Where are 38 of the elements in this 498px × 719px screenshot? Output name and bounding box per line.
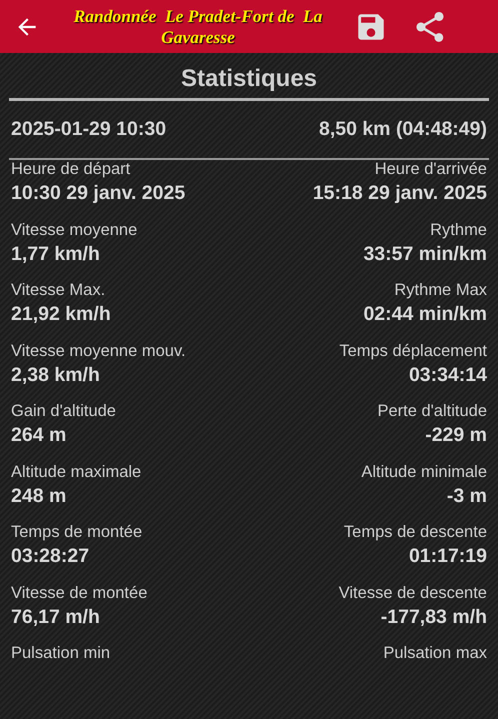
stat-label: Temps de montée: [11, 523, 142, 542]
date-time: 2025-01-29 10:30: [11, 118, 166, 141]
stat-value: 10:30 29 janv. 2025: [11, 182, 186, 205]
stat-value: 76,17 m/h: [11, 606, 100, 628]
stat-value: 248 m: [11, 484, 66, 508]
stat-label: Pulsation max: [383, 644, 487, 663]
distance-duration: 8,50 km (04:48:49): [318, 118, 487, 141]
stat-label: Gain d'altitude: [11, 402, 116, 421]
stat-value: 2,38 km/h: [11, 364, 100, 386]
stat-value: 21,92 km/h: [11, 303, 111, 326]
stat-value: 33:57 min/km: [363, 242, 487, 266]
stat-label: Vitesse moyenne mouv.: [11, 342, 186, 360]
stat-label: Perte d'altitude: [377, 402, 487, 421]
stat-value: 03:28:27: [11, 545, 90, 568]
stat-label: Vitesse moyenne: [11, 220, 138, 240]
stat-label: Temps de descente: [344, 523, 487, 542]
stat-label: Altitude maximale: [11, 462, 142, 482]
stat-value: 03:34:14: [408, 364, 487, 386]
stat-label: Vitesse Max.: [11, 281, 106, 300]
stat-label: Temps déplacement: [339, 342, 487, 360]
stat-label: Rythme Max: [394, 281, 487, 300]
stat-value: 01:17:19: [408, 545, 487, 568]
stat-value: -229 m: [425, 424, 487, 447]
section-heading: Statistiques: [180, 64, 318, 94]
stat-label: Altitude minimale: [361, 462, 487, 482]
stat-value: -3 m: [446, 484, 487, 508]
app-title: Randonnée Le Pradet-Fort de La Gavaresse: [72, 6, 324, 48]
stat-value: 15:18 29 janv. 2025: [312, 182, 487, 205]
stat-value: 02:44 min/km: [363, 303, 487, 326]
stat-label: Vitesse de descente: [338, 584, 487, 602]
stat-label: Rythme: [430, 220, 487, 240]
stat-label: Vitesse de montée: [11, 584, 148, 602]
stat-value: 1,77 km/h: [11, 242, 100, 266]
stat-label: Heure d'arrivée: [374, 160, 487, 179]
stat-label: Pulsation min: [11, 644, 110, 663]
stat-value: 264 m: [11, 424, 66, 447]
stat-value: -177,83 m/h: [380, 606, 487, 628]
stat-label: Heure de départ: [11, 160, 130, 179]
